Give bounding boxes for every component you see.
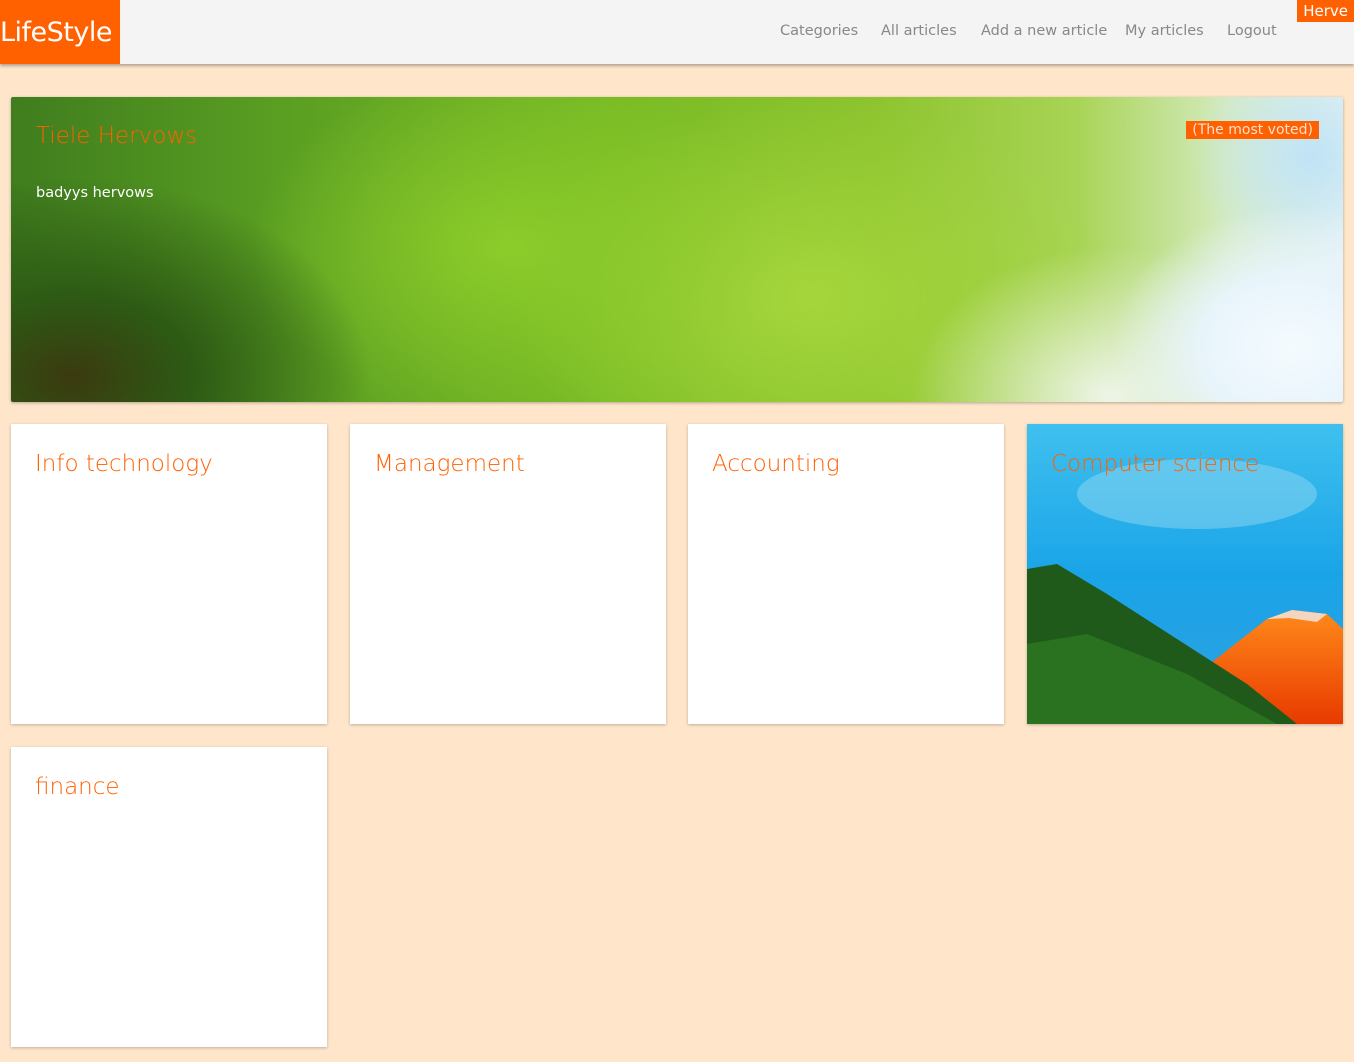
nav-logout[interactable]: Logout: [1227, 23, 1277, 39]
nav-categories[interactable]: Categories: [780, 23, 858, 39]
featured-body: badyys hervows: [36, 185, 154, 201]
nav-add-article[interactable]: Add a new article: [981, 23, 1107, 39]
category-title: finance: [35, 774, 120, 800]
most-voted-badge: (The most voted): [1186, 121, 1319, 139]
featured-title[interactable]: Tiele Hervows: [36, 123, 197, 149]
user-badge[interactable]: Herve: [1297, 0, 1354, 22]
category-title: Management: [374, 451, 525, 477]
nav-my-articles[interactable]: My articles: [1125, 23, 1204, 39]
category-card-management[interactable]: Management: [350, 424, 666, 724]
nav-all-articles[interactable]: All articles: [881, 23, 957, 39]
navbar: LifeStyle Categories All articles Add a …: [0, 0, 1354, 64]
featured-article[interactable]: Tiele Hervows badyys hervows (The most v…: [11, 97, 1343, 402]
category-card-info-technology[interactable]: Info technology: [11, 424, 327, 724]
category-title: Info technology: [35, 451, 213, 477]
category-card-finance[interactable]: finance: [11, 747, 327, 1047]
category-card-accounting[interactable]: Accounting: [688, 424, 1004, 724]
brand-logo[interactable]: LifeStyle: [0, 0, 120, 64]
category-title: Accounting: [712, 451, 840, 477]
category-card-computer-science[interactable]: Computer science: [1027, 424, 1343, 724]
category-title: Computer science: [1051, 451, 1260, 477]
